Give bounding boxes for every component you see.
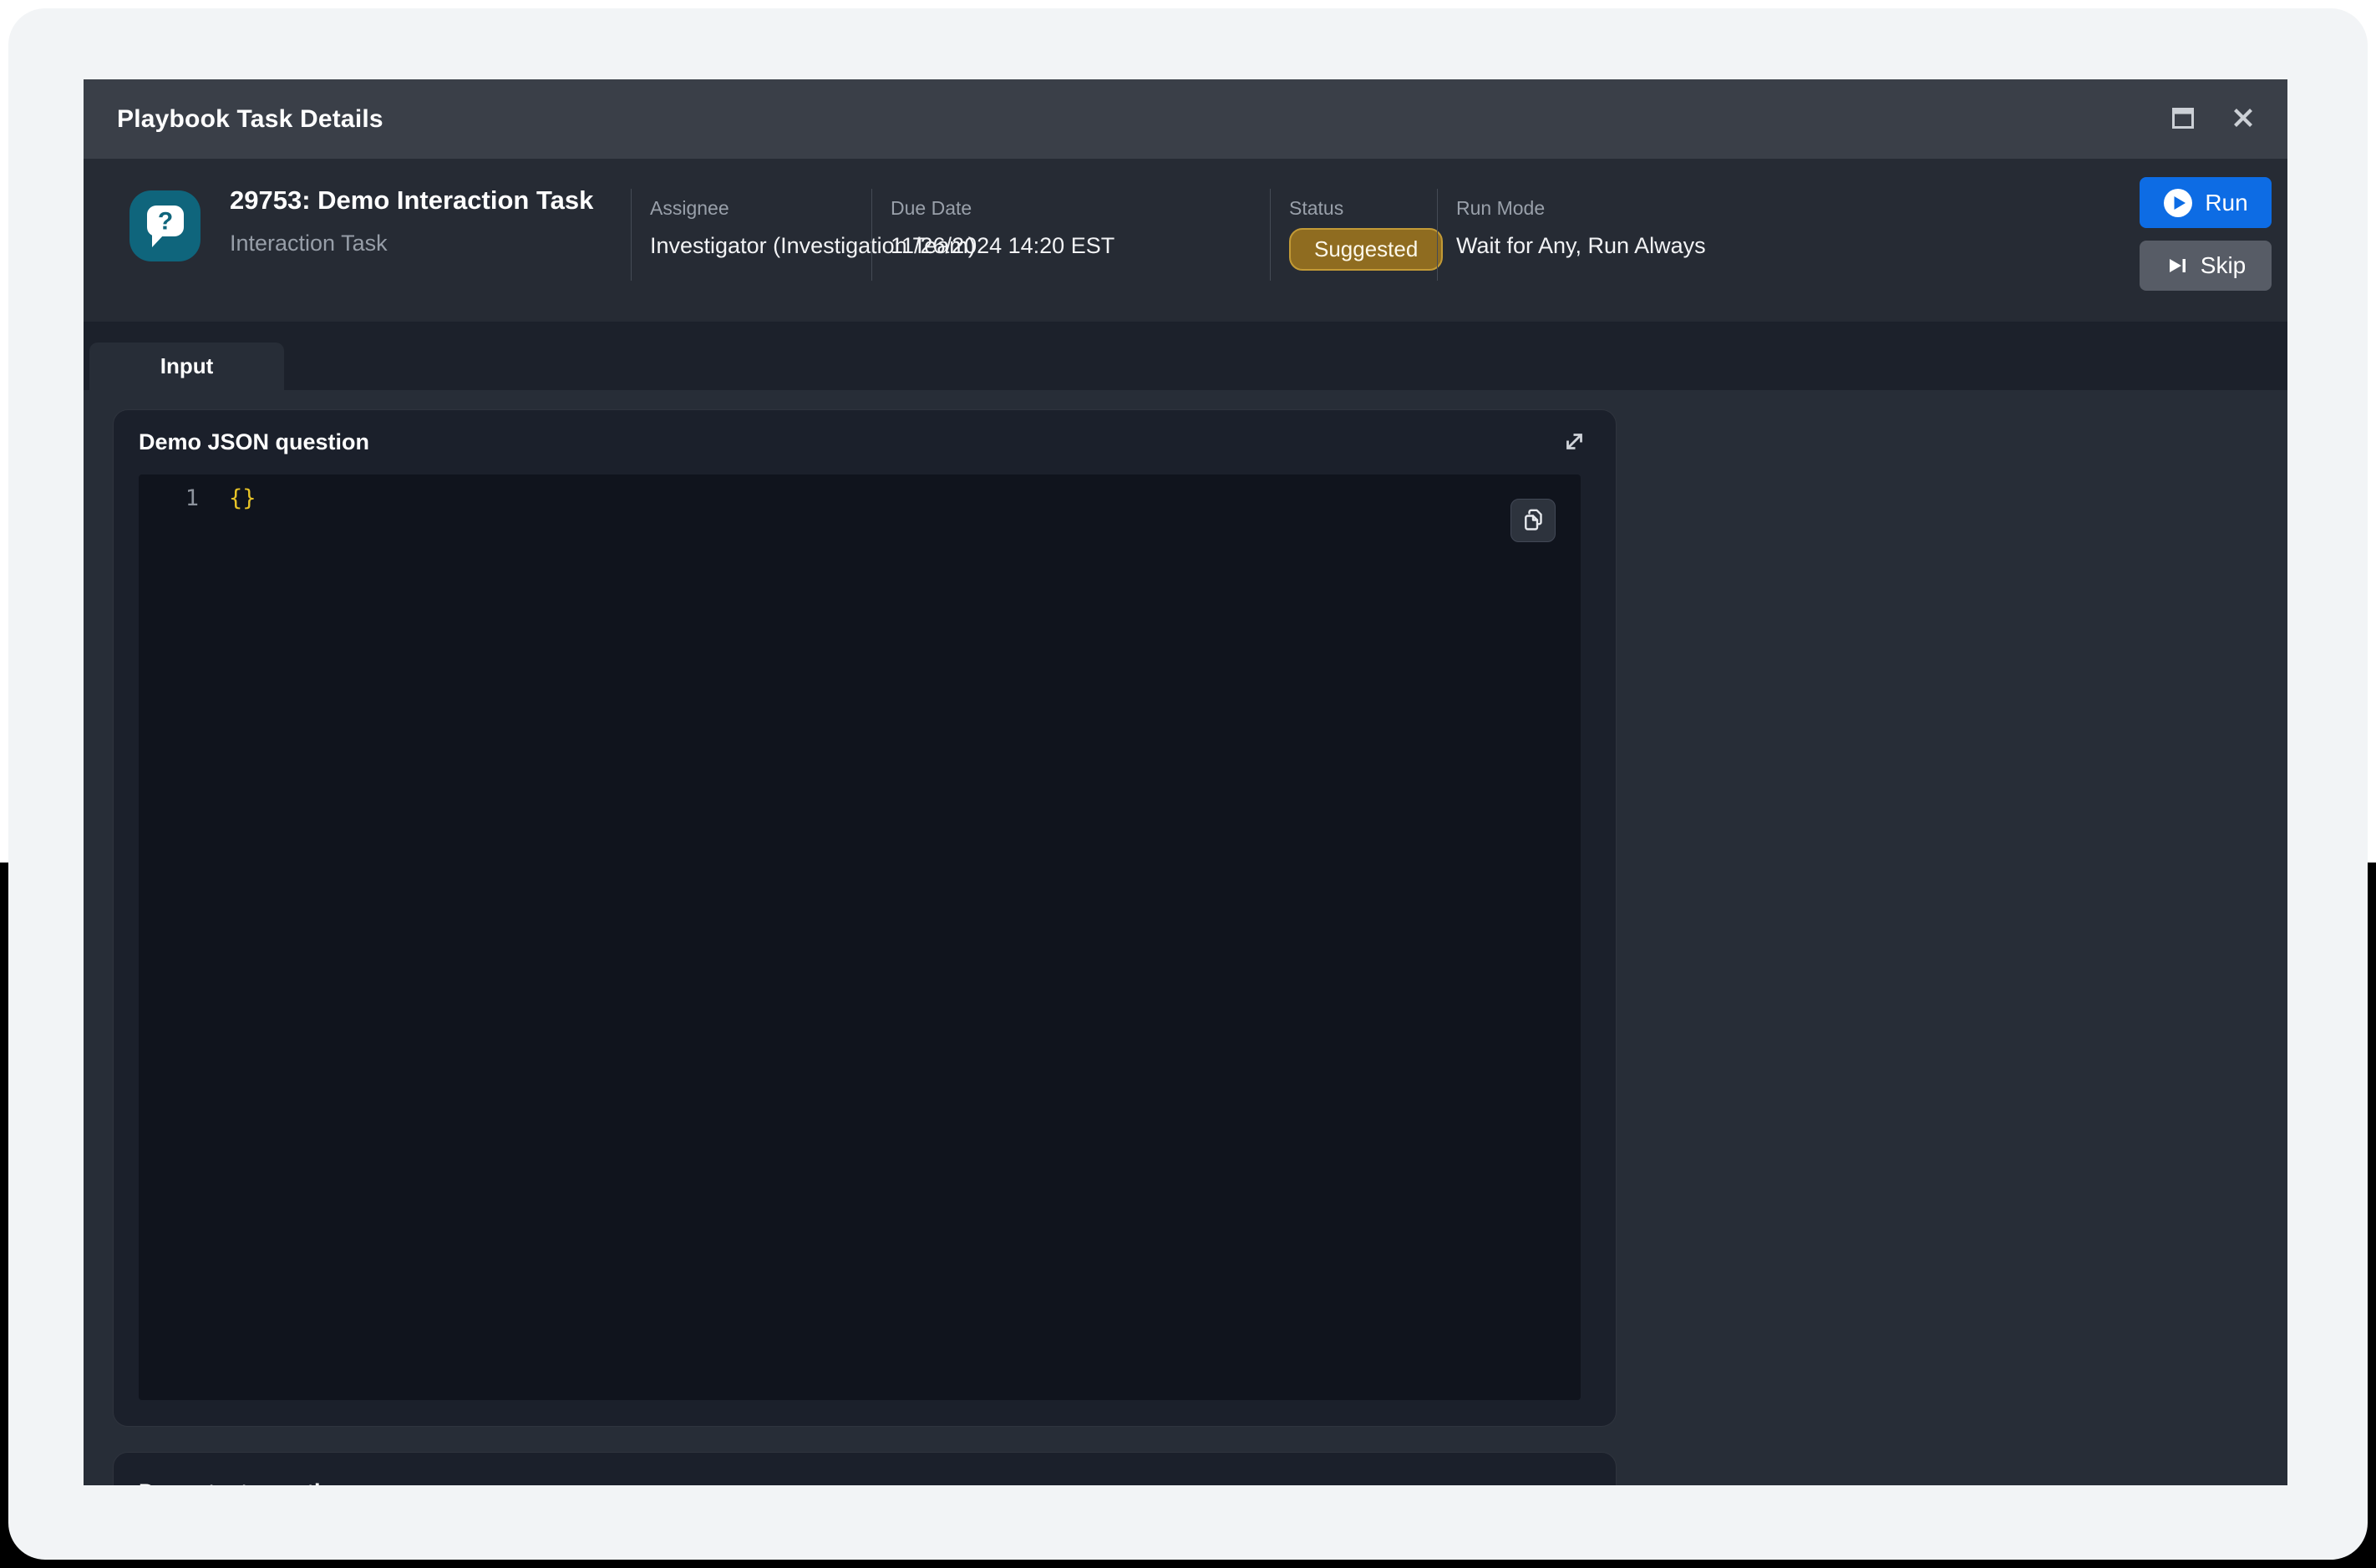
close-icon <box>2232 107 2254 131</box>
close-button[interactable] <box>2231 107 2256 132</box>
run-mode-label: Run Mode <box>1456 197 1796 220</box>
tab-bar: Input <box>84 322 2287 390</box>
due-date-label: Due Date <box>891 197 1270 220</box>
playbook-task-details-modal: Playbook Task Details <box>84 79 2287 1485</box>
line-number: 1 <box>139 482 199 515</box>
meta-run-mode: Run Mode Wait for Any, Run Always <box>1437 189 1796 281</box>
panel-title: Demo JSON question <box>139 429 369 455</box>
code-line: 1 {} <box>139 482 1581 515</box>
copy-icon <box>1520 506 1546 535</box>
assignee-value: Investigator (Investigation Team) <box>650 233 871 259</box>
modal-title: Playbook Task Details <box>117 105 383 134</box>
run-button[interactable]: Run <box>2140 177 2272 228</box>
status-badge: Suggested <box>1289 228 1443 271</box>
expand-icon <box>1563 430 1586 455</box>
maximize-button[interactable] <box>2170 107 2196 132</box>
demo-text-question-panel: Demo text question <box>113 1452 1617 1485</box>
demo-json-question-panel: Demo JSON question 1 <box>113 409 1617 1427</box>
skip-button-label: Skip <box>2201 252 2246 279</box>
panel-header: Demo JSON question <box>114 410 1616 474</box>
panel-title-clipped: Demo text question <box>139 1479 1616 1485</box>
interaction-task-icon: ? <box>129 190 201 261</box>
modal-content: Demo JSON question 1 <box>84 390 2287 1485</box>
status-label: Status <box>1289 197 1437 220</box>
task-header: ? 29753: Demo Interaction Task Interacti… <box>84 159 2287 322</box>
skip-button[interactable]: Skip <box>2140 241 2272 291</box>
skip-to-end-icon <box>2165 254 2189 277</box>
run-mode-value: Wait for Any, Run Always <box>1456 233 1796 259</box>
task-title-block: 29753: Demo Interaction Task Interaction… <box>230 185 593 256</box>
meta-due-date: Due Date 11/26/2024 14:20 EST <box>871 189 1270 281</box>
copy-button[interactable] <box>1510 499 1556 542</box>
question-speech-bubble-icon: ? <box>129 189 201 264</box>
meta-assignee: Assignee Investigator (Investigation Tea… <box>631 189 871 281</box>
run-button-label: Run <box>2205 190 2247 216</box>
line-code: {} <box>199 482 256 515</box>
svg-text:?: ? <box>158 207 173 235</box>
meta-status: Status Suggested <box>1270 189 1437 281</box>
play-circle-icon <box>2163 188 2193 218</box>
maximize-icon <box>2172 108 2194 131</box>
due-date-value: 11/26/2024 14:20 EST <box>891 233 1270 259</box>
window-controls <box>2170 107 2256 132</box>
json-code-editor[interactable]: 1 {} <box>139 474 1581 1400</box>
task-type-label: Interaction Task <box>230 231 593 256</box>
tab-input-label: Input <box>160 353 214 379</box>
tab-input[interactable]: Input <box>89 343 284 390</box>
modal-titlebar: Playbook Task Details <box>84 79 2287 159</box>
expand-panel-button[interactable] <box>1563 430 1586 455</box>
page-background-card: Playbook Task Details <box>8 8 2368 1560</box>
task-title: 29753: Demo Interaction Task <box>230 185 593 216</box>
assignee-label: Assignee <box>650 197 871 220</box>
task-action-buttons: Run Skip <box>2140 177 2272 291</box>
